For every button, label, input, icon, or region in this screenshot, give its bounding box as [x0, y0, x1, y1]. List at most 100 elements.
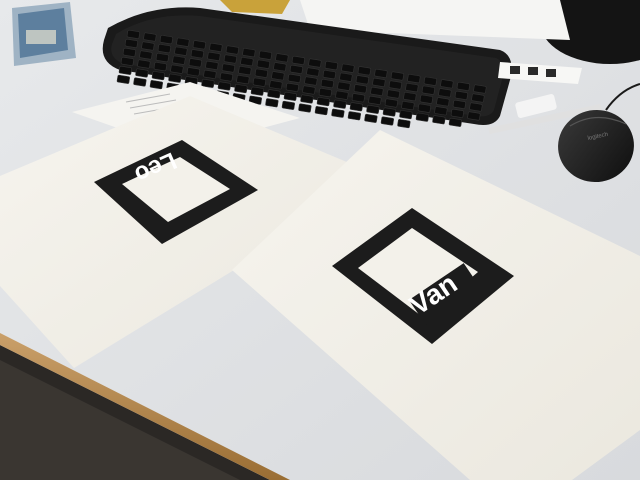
- keyboard-key[interactable]: [407, 74, 421, 84]
- keyboard-key[interactable]: [324, 61, 338, 71]
- keyboard-key[interactable]: [143, 32, 157, 42]
- keyboard-key[interactable]: [382, 107, 396, 117]
- keyboard-key[interactable]: [250, 86, 264, 96]
- keyboard-key[interactable]: [374, 68, 388, 78]
- keyboard-key[interactable]: [300, 94, 314, 104]
- keyboard-key[interactable]: [448, 117, 462, 127]
- keyboard-key[interactable]: [331, 108, 345, 118]
- keyboard-key[interactable]: [456, 81, 470, 91]
- keyboard-key[interactable]: [436, 97, 450, 107]
- keyboard-key[interactable]: [403, 92, 417, 102]
- keyboard-key[interactable]: [335, 90, 349, 100]
- keyboard-key[interactable]: [139, 50, 153, 60]
- keyboard-key[interactable]: [223, 54, 237, 64]
- keyboard-key[interactable]: [122, 47, 136, 57]
- keyboard-key[interactable]: [320, 79, 334, 89]
- keyboard-key[interactable]: [267, 89, 281, 99]
- keyboard-key[interactable]: [473, 84, 487, 94]
- keyboard-key[interactable]: [168, 73, 182, 83]
- keyboard-key[interactable]: [271, 71, 285, 81]
- keyboard-key[interactable]: [287, 73, 301, 83]
- keyboard-key[interactable]: [434, 106, 448, 116]
- keyboard-key[interactable]: [370, 86, 384, 96]
- keyboard-key[interactable]: [118, 65, 132, 75]
- keyboard-key[interactable]: [137, 59, 151, 69]
- keyboard-key[interactable]: [302, 85, 316, 95]
- keyboard-key[interactable]: [341, 63, 355, 73]
- keyboard-key[interactable]: [236, 75, 250, 85]
- keyboard-key[interactable]: [126, 29, 140, 39]
- keyboard-key[interactable]: [172, 55, 186, 65]
- keyboard-key[interactable]: [314, 106, 328, 116]
- keyboard-key[interactable]: [203, 69, 217, 79]
- keyboard-key[interactable]: [273, 62, 287, 72]
- keyboard-key[interactable]: [174, 46, 188, 56]
- keyboard-key[interactable]: [238, 66, 252, 76]
- keyboard-key[interactable]: [390, 71, 404, 81]
- keyboard-key[interactable]: [304, 76, 318, 86]
- keyboard-key[interactable]: [322, 70, 336, 80]
- keyboard-key[interactable]: [265, 98, 279, 108]
- keyboard-key[interactable]: [388, 80, 402, 90]
- keyboard-key[interactable]: [357, 66, 371, 76]
- keyboard-key[interactable]: [454, 90, 468, 100]
- keyboard-key[interactable]: [347, 111, 361, 121]
- keyboard-key[interactable]: [151, 71, 165, 81]
- keyboard-key[interactable]: [258, 50, 272, 60]
- keyboard-key[interactable]: [116, 74, 130, 84]
- keyboard-key[interactable]: [440, 79, 454, 89]
- keyboard-key[interactable]: [252, 77, 266, 87]
- keyboard-key[interactable]: [153, 62, 167, 72]
- keyboard-key[interactable]: [432, 115, 446, 125]
- keyboard-key[interactable]: [467, 111, 481, 121]
- keyboard-key[interactable]: [368, 95, 382, 105]
- keyboard-key[interactable]: [306, 67, 320, 77]
- keyboard-key[interactable]: [275, 53, 289, 63]
- keyboard-key[interactable]: [351, 93, 365, 103]
- keyboard-key[interactable]: [372, 77, 386, 87]
- keyboard-key[interactable]: [417, 103, 431, 113]
- keyboard-key[interactable]: [355, 75, 369, 85]
- keyboard-key[interactable]: [405, 83, 419, 93]
- keyboard-key[interactable]: [471, 93, 485, 103]
- keyboard-key[interactable]: [207, 51, 221, 61]
- keyboard-key[interactable]: [386, 89, 400, 99]
- keyboard-key[interactable]: [380, 116, 394, 126]
- keyboard-key[interactable]: [219, 72, 233, 82]
- keyboard-key[interactable]: [120, 56, 134, 66]
- keyboard-key[interactable]: [289, 64, 303, 74]
- keyboard-key[interactable]: [419, 94, 433, 104]
- keyboard-key[interactable]: [240, 57, 254, 67]
- keyboard-key[interactable]: [283, 91, 297, 101]
- keyboard-key[interactable]: [157, 44, 171, 54]
- keyboard-key[interactable]: [339, 72, 353, 82]
- keyboard-key[interactable]: [415, 112, 429, 122]
- keyboard-key[interactable]: [353, 84, 367, 94]
- keyboard-key[interactable]: [135, 68, 149, 78]
- keyboard-key[interactable]: [421, 85, 435, 95]
- keyboard-key[interactable]: [285, 82, 299, 92]
- keyboard-key[interactable]: [209, 42, 223, 52]
- keyboard-key[interactable]: [450, 108, 464, 118]
- keyboard-key[interactable]: [225, 45, 239, 55]
- keyboard-key[interactable]: [401, 101, 415, 111]
- keyboard-key[interactable]: [176, 37, 190, 47]
- keyboard-key[interactable]: [337, 81, 351, 91]
- keyboard-key[interactable]: [318, 88, 332, 98]
- keyboard-key[interactable]: [423, 76, 437, 86]
- keyboard-key[interactable]: [205, 60, 219, 70]
- keyboard-key[interactable]: [469, 102, 483, 112]
- keyboard-key[interactable]: [234, 84, 248, 94]
- keyboard-key[interactable]: [384, 98, 398, 108]
- keyboard-key[interactable]: [186, 67, 200, 77]
- keyboard-key[interactable]: [190, 49, 204, 59]
- keyboard-key[interactable]: [349, 102, 363, 112]
- keyboard-key[interactable]: [269, 80, 283, 90]
- keyboard-key[interactable]: [308, 58, 322, 68]
- keyboard-key[interactable]: [170, 64, 184, 74]
- keyboard-key[interactable]: [452, 99, 466, 109]
- keyboard-key[interactable]: [221, 63, 235, 73]
- keyboard-key[interactable]: [316, 97, 330, 107]
- keyboard-key[interactable]: [298, 103, 312, 113]
- keyboard-key[interactable]: [399, 110, 413, 120]
